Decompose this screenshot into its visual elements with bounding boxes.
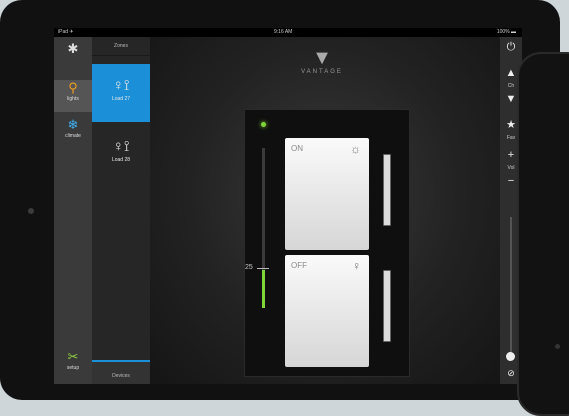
devices-tab[interactable]: Devices — [92, 360, 150, 384]
switch-plate: 25 ON ☼ OFF ♀ — [244, 109, 410, 377]
snowflake-icon: ❄ — [67, 117, 79, 132]
left-nav: ✱ ⚲ lights ❄ climate ✂ setup — [54, 37, 92, 384]
bulb-off-icon: ♀ — [352, 259, 361, 273]
on-label: ON — [291, 144, 303, 153]
nav-home[interactable]: ✱ — [54, 41, 92, 71]
dimmer-level-fill — [262, 270, 265, 308]
off-indicator-bar — [383, 270, 391, 342]
zone-label: Load 28 — [111, 157, 131, 163]
on-indicator-bar — [383, 154, 391, 226]
nav-setup[interactable]: ✂ setup — [54, 349, 92, 381]
palette-icon: ✱ — [67, 41, 79, 56]
vantage-logo: ▼ VANTAGE — [298, 47, 346, 75]
vantage-mark-icon: ▼ — [312, 47, 332, 69]
dimmer-level-value: 25 — [245, 264, 253, 271]
nav-setup-label: setup — [66, 365, 80, 371]
zones-header: Zones — [92, 37, 150, 56]
bulb-on-icon: ☼ — [350, 142, 361, 156]
logo-text: VANTAGE — [301, 69, 343, 75]
power-button[interactable]: ⏻ — [500, 41, 522, 53]
clock-text: 9:16 AM — [274, 29, 293, 35]
battery-text: 100% ▬ — [496, 29, 516, 35]
tools-icon: ✂ — [67, 349, 79, 364]
front-camera — [28, 208, 34, 214]
off-button[interactable]: OFF ♀ — [285, 255, 369, 367]
zone-load-28[interactable]: ♀⟟ Load 28 — [92, 125, 150, 183]
zones-panel: Zones ♀⟟ Load 27 ♀⟟ Load 28 Devices — [92, 37, 150, 384]
zone-label: Load 27 — [111, 96, 131, 102]
light-switch-icon: ♀⟟ — [112, 77, 130, 94]
on-button[interactable]: ON ☼ — [285, 138, 369, 250]
off-label: OFF — [291, 261, 307, 270]
volume-knob[interactable] — [506, 352, 515, 361]
tablet-frame: iPad ✈ 9:16 AM 100% ▬ ✱ ⚲ lights ❄ clima… — [0, 0, 560, 400]
keypad-area: ▼ VANTAGE 25 ON ☼ OFF ♀ — [150, 37, 500, 384]
lightbulb-icon: ⚲ — [68, 80, 78, 95]
dimmer-handle[interactable] — [257, 268, 269, 269]
light-switch-icon: ♀⟟ — [112, 138, 130, 155]
app-screen: iPad ✈ 9:16 AM 100% ▬ ✱ ⚲ lights ❄ clima… — [54, 28, 522, 384]
status-led — [261, 122, 266, 127]
second-tablet-frame — [517, 52, 569, 416]
carrier-text: iPad ✈ — [58, 29, 74, 35]
status-bar: iPad ✈ 9:16 AM 100% ▬ — [54, 28, 522, 37]
nav-lights[interactable]: ⚲ lights — [54, 80, 92, 112]
volume-slider[interactable] — [510, 217, 512, 357]
zone-load-27[interactable]: ♀⟟ Load 27 — [92, 64, 150, 122]
nav-climate-label: climate — [65, 133, 81, 139]
nav-lights-label: lights — [67, 96, 79, 102]
home-button — [555, 344, 560, 349]
nav-climate[interactable]: ❄ climate — [54, 117, 92, 149]
power-icon: ⏻ — [506, 41, 516, 53]
